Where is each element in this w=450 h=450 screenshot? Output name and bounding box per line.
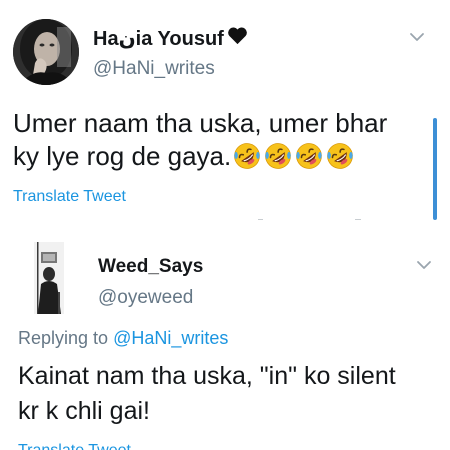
rolling-on-floor-laughing-emoji-icon (327, 143, 354, 169)
reply-text-line-2: kr k chli gai! (18, 397, 150, 425)
chevron-down-icon[interactable] (407, 30, 427, 44)
author-handle[interactable]: @HaNi_writes (93, 58, 215, 80)
tweet-text-line-2-content: ky lye rog de gaya. (13, 141, 232, 171)
black-heart-icon (227, 26, 248, 51)
reply-avatar-photo (34, 242, 64, 314)
replying-to: Replying to @HaNi_writes (18, 328, 228, 349)
rolling-on-floor-laughing-emoji-icon (265, 143, 292, 169)
reply-author-avatar[interactable] (34, 242, 64, 314)
scrollbar-thumb[interactable] (433, 118, 437, 220)
reply-author-name[interactable]: Weed_Says (98, 256, 203, 278)
divider-fragment (355, 219, 361, 220)
reply-translate-tweet-link[interactable]: Translate Tweet (18, 437, 138, 450)
replying-to-label: Replying to (18, 328, 109, 348)
author-avatar[interactable] (13, 19, 79, 85)
tweet-text: Umer naam tha uska, umer bhar ky lye rog… (13, 107, 428, 173)
tweet-thread-screen: Haنia Yousuf @HaNi_writes Umer naam tha … (0, 0, 450, 450)
reply-author-handle[interactable]: @oyeweed (98, 287, 193, 309)
author-name-row[interactable]: Haنia Yousuf (93, 26, 248, 51)
tweet-text-line-1: Umer naam tha uska, umer bhar (13, 108, 388, 138)
rolling-on-floor-laughing-emoji-icon (234, 143, 261, 169)
rolling-on-floor-laughing-emoji-icon (296, 143, 323, 169)
chevron-down-icon[interactable] (414, 258, 434, 272)
emoji-row (233, 142, 354, 170)
avatar-photo (13, 19, 79, 85)
tweet-text-line-2: ky lye rog de gaya. (13, 140, 428, 173)
reply-translate-label[interactable]: Translate Tweet (18, 442, 138, 450)
divider-fragment (258, 219, 263, 220)
reply-text-line-1: Kainat nam tha uska, "in" ko silent (18, 362, 396, 390)
replying-to-handle-link[interactable]: @HaNi_writes (113, 328, 228, 348)
translate-tweet-link[interactable]: Translate Tweet (13, 188, 126, 206)
author-name[interactable]: Haنia Yousuf (93, 26, 224, 51)
reply-text: Kainat nam tha uska, "in" ko silent kr k… (18, 359, 438, 429)
